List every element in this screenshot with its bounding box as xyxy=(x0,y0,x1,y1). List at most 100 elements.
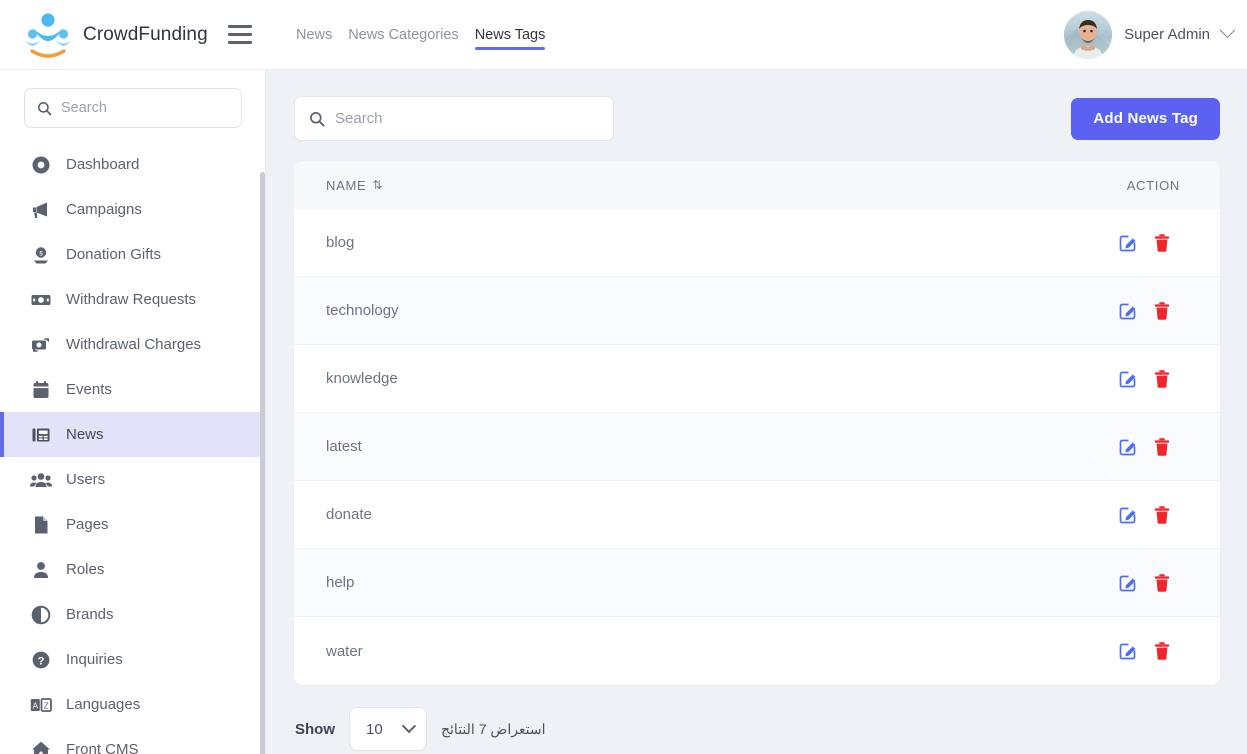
edit-pencil-icon[interactable] xyxy=(1117,232,1139,254)
content-toolbar: Search Add News Tag xyxy=(266,70,1247,141)
sidebar-item-campaigns[interactable]: Campaigns xyxy=(0,187,266,232)
table-row[interactable]: help xyxy=(294,549,1220,617)
megaphone-icon xyxy=(30,199,52,221)
row-actions xyxy=(1117,436,1173,458)
sidebar-item-label: Withdraw Requests xyxy=(66,291,197,308)
trash-icon[interactable] xyxy=(1151,504,1173,526)
edit-pencil-icon[interactable] xyxy=(1117,572,1139,594)
edit-pencil-icon[interactable] xyxy=(1117,436,1139,458)
edit-pencil-icon[interactable] xyxy=(1117,300,1139,322)
sidebar-item-withdraw-requests[interactable]: Withdraw Requests xyxy=(0,277,266,322)
sidebar-item-donation-gifts[interactable]: $ Donation Gifts xyxy=(0,232,266,277)
cell-name: water xyxy=(326,642,363,660)
page-size-value: 10 xyxy=(366,720,383,738)
table-header-row: NAME ⇅ ACTION xyxy=(294,161,1220,209)
chevron-down-icon[interactable] xyxy=(1219,22,1236,39)
cell-name: donate xyxy=(326,506,372,523)
brand-name: CrowdFunding xyxy=(83,23,208,45)
sidebar-item-label: Donation Gifts xyxy=(66,246,162,263)
sidebar-item-languages[interactable]: A Z Languages xyxy=(0,682,266,727)
row-actions xyxy=(1117,572,1173,594)
sidebar-search-input[interactable]: Search xyxy=(24,88,242,128)
show-label: Show xyxy=(295,720,335,738)
sidebar-search-wrap: Search xyxy=(0,70,266,128)
community-people-logo xyxy=(22,9,74,61)
sidebar-item-withdrawal-charges[interactable]: Withdrawal Charges xyxy=(0,322,266,367)
row-actions xyxy=(1117,640,1173,662)
main-content: Search Add News Tag NAME ⇅ ACTION blog t… xyxy=(266,70,1247,754)
trash-icon[interactable] xyxy=(1151,572,1173,594)
donation-money-icon: $ xyxy=(30,244,52,266)
cell-name: knowledge xyxy=(326,370,398,387)
sidebar-item-label: Users xyxy=(66,471,106,488)
table-row[interactable]: blog xyxy=(294,209,1220,277)
newspaper-icon xyxy=(30,424,52,446)
table-row[interactable]: donate xyxy=(294,481,1220,549)
sidebar-item-label: Dashboard xyxy=(66,156,140,173)
edit-pencil-icon[interactable] xyxy=(1117,504,1139,526)
sidebar-item-label: Withdrawal Charges xyxy=(66,336,202,353)
sidebar-item-brands[interactable]: Brands xyxy=(0,592,266,637)
svg-text:Z: Z xyxy=(44,701,49,710)
row-actions xyxy=(1117,504,1173,526)
sidebar-divider xyxy=(265,70,266,754)
trash-icon[interactable] xyxy=(1151,300,1173,322)
sidebar-item-label: Front CMS xyxy=(66,741,139,754)
search-placeholder: Search xyxy=(335,110,383,127)
trash-icon[interactable] xyxy=(1151,640,1173,662)
nav-tabs: News News Categories News Tags xyxy=(296,0,545,70)
home-icon xyxy=(30,739,52,754)
trash-icon[interactable] xyxy=(1151,232,1173,254)
sidebar-item-users[interactable]: Users xyxy=(0,457,266,502)
search-icon xyxy=(310,111,325,127)
table-row[interactable]: latest xyxy=(294,413,1220,481)
results-count-text: استعراض 7 النتائج xyxy=(441,720,546,737)
document-icon xyxy=(30,514,52,536)
sidebar-item-label: Roles xyxy=(66,561,105,578)
sidebar-item-inquiries[interactable]: ? Inquiries xyxy=(0,637,266,682)
question-circle-icon: ? xyxy=(30,649,52,671)
sidebar-item-dashboard[interactable]: Dashboard xyxy=(0,142,266,187)
column-header-name-label: NAME xyxy=(326,177,367,193)
table-row[interactable]: knowledge xyxy=(294,345,1220,413)
edit-pencil-icon[interactable] xyxy=(1117,368,1139,390)
trash-icon[interactable] xyxy=(1151,368,1173,390)
calendar-icon xyxy=(30,379,52,401)
sidebar-item-events[interactable]: Events xyxy=(0,367,266,412)
sidebar-item-news[interactable]: News xyxy=(0,412,266,457)
sidebar-item-label: Campaigns xyxy=(66,201,142,218)
search-input[interactable]: Search xyxy=(294,96,614,141)
chevron-down-icon xyxy=(401,719,417,734)
sidebar-item-label: Inquiries xyxy=(66,651,123,668)
table-footer: Show 10 استعراض 7 النتائج xyxy=(266,685,1247,751)
trash-icon[interactable] xyxy=(1151,436,1173,458)
sidebar-item-label: News xyxy=(66,426,104,443)
sidebar-item-front-cms[interactable]: Front CMS xyxy=(0,727,266,754)
hamburger-icon[interactable] xyxy=(227,25,252,44)
news-tags-table: NAME ⇅ ACTION blog technology knowledge … xyxy=(294,161,1220,685)
user-name: Super Admin xyxy=(1124,26,1210,43)
sidebar-item-label: Pages xyxy=(66,516,109,533)
sidebar-item-pages[interactable]: Pages xyxy=(0,502,266,547)
translate-icon: A Z xyxy=(30,694,52,716)
money-exchange-icon xyxy=(30,334,52,356)
cell-name: help xyxy=(326,574,355,591)
dashboard-circle-icon xyxy=(30,154,52,176)
tab-news-tags[interactable]: News Tags xyxy=(474,0,545,70)
sort-updown-icon[interactable]: ⇅ xyxy=(372,178,382,192)
table-row[interactable]: technology xyxy=(294,277,1220,345)
row-actions xyxy=(1117,232,1173,254)
user-menu[interactable]: Super Admin xyxy=(1064,10,1247,59)
table-row[interactable]: water xyxy=(294,617,1220,685)
add-news-tag-button[interactable]: Add News Tag xyxy=(1071,97,1220,140)
tab-news[interactable]: News xyxy=(296,0,332,70)
column-header-name[interactable]: NAME ⇅ xyxy=(326,177,382,193)
search-icon xyxy=(37,101,52,115)
sidebar-item-roles[interactable]: Roles xyxy=(0,547,266,592)
brand-area[interactable]: CrowdFunding xyxy=(0,9,268,61)
svg-text:A: A xyxy=(33,701,39,710)
page-size-select[interactable]: 10 xyxy=(349,707,427,751)
cell-name: technology xyxy=(326,302,399,319)
edit-pencil-icon[interactable] xyxy=(1117,640,1139,662)
tab-news-categories[interactable]: News Categories xyxy=(348,0,458,70)
